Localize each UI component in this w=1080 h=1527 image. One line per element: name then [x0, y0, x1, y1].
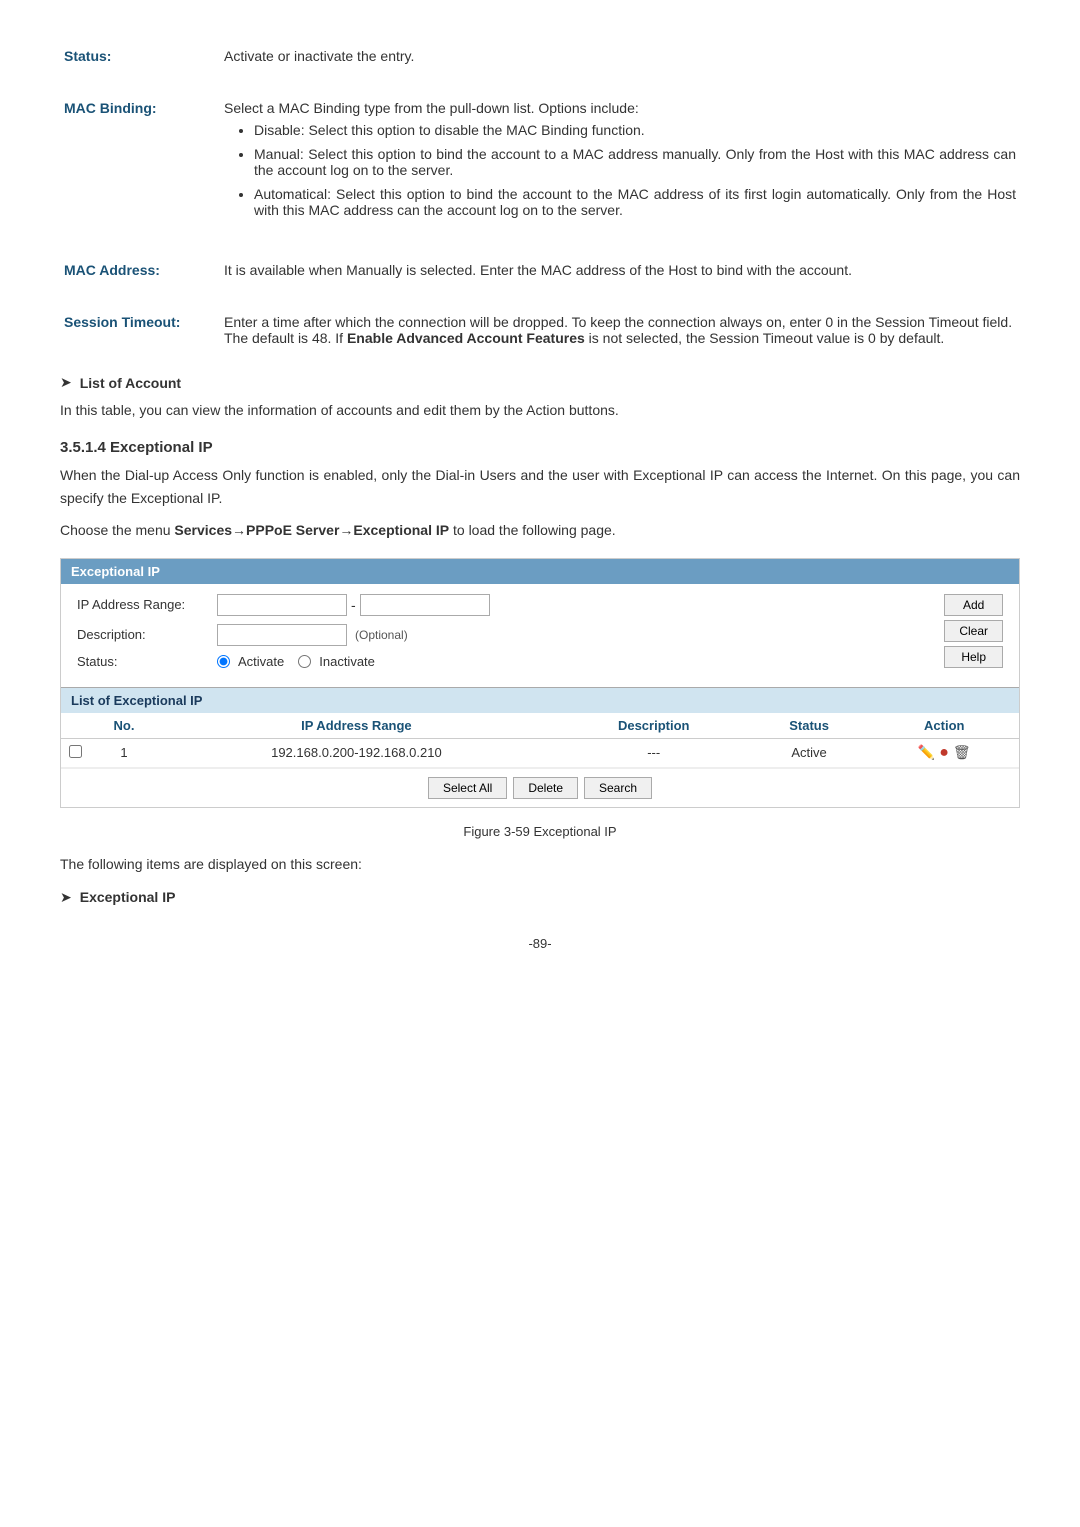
row-description: ---: [559, 738, 749, 767]
ip-range-row: IP Address Range: -: [77, 594, 924, 616]
table-row: 1 192.168.0.200-192.168.0.210 --- Active…: [61, 738, 1019, 767]
row-status: Active: [749, 738, 870, 767]
search-button[interactable]: Search: [584, 777, 652, 799]
page-number: -89-: [60, 936, 1020, 951]
status-label: Status:: [64, 48, 111, 64]
mac-binding-label: MAC Binding:: [64, 100, 157, 116]
add-button[interactable]: Add: [944, 594, 1003, 616]
session-timeout-bold: Enable Advanced Account Features: [347, 330, 585, 346]
session-timeout-section: Session Timeout: Enter a time after whic…: [60, 306, 1020, 354]
col-ip-range: IP Address Range: [154, 713, 559, 739]
select-all-button[interactable]: Select All: [428, 777, 507, 799]
exceptional-ip-arrow-icon: ➤: [60, 889, 72, 906]
choose-menu-text: Choose the menu: [60, 522, 174, 538]
row-action: ✏️ ● 🗑: [870, 738, 1019, 767]
clear-button[interactable]: Clear: [944, 620, 1003, 642]
figure-caption: Figure 3-59 Exceptional IP: [60, 824, 1020, 839]
session-timeout-desc-part3: is not selected, the Session Timeout val…: [585, 330, 945, 346]
mac-binding-option-3: Automatical: Select this option to bind …: [254, 186, 1016, 218]
exceptional-ip-menu-path: Choose the menu Services→PPPoE Server→Ex…: [60, 519, 1020, 541]
status-row: Status: Activate Inactivate: [77, 654, 924, 669]
list-of-account-label: List of Account: [80, 375, 181, 391]
mac-address-description: It is available when Manually is selecte…: [224, 262, 852, 278]
ip-range-to-input[interactable]: [360, 594, 490, 616]
inactivate-label: Inactivate: [319, 654, 375, 669]
row-no: 1: [94, 738, 154, 767]
action-icons: ✏️ ● 🗑: [878, 744, 1011, 762]
table-buttons: Select All Delete Search: [61, 768, 1019, 807]
mac-address-label: MAC Address:: [64, 262, 160, 278]
activate-radio[interactable]: [217, 655, 230, 668]
table-header-row: No. IP Address Range Description Status …: [61, 713, 1019, 739]
status-field-label: Status:: [77, 654, 217, 669]
mac-binding-option-1: Disable: Select this option to disable t…: [254, 122, 1016, 138]
exceptional-ip-desc1: When the Dial-up Access Only function is…: [60, 464, 1020, 509]
ip-range-label: IP Address Range:: [77, 597, 217, 612]
mac-binding-options: Disable: Select this option to disable t…: [224, 122, 1016, 218]
menu-path-bold: Services→PPPoE Server→Exceptional IP: [174, 522, 449, 538]
mac-binding-intro: Select a MAC Binding type from the pull-…: [224, 100, 639, 116]
help-button[interactable]: Help: [944, 646, 1003, 668]
exceptional-ip-heading: 3.5.1.4 Exceptional IP: [60, 439, 1020, 456]
edit-icon[interactable]: ✏️: [918, 744, 935, 761]
exceptional-ip-form-section: IP Address Range: - Description: (Option…: [77, 594, 1003, 677]
col-action: Action: [870, 713, 1019, 739]
exceptional-ip-arrow-label: Exceptional IP: [80, 889, 176, 905]
description-label: Description:: [77, 627, 217, 642]
exceptional-ip-panel-header: Exceptional IP: [61, 559, 1019, 584]
stop-icon[interactable]: ●: [939, 744, 949, 762]
row-ip-range: 192.168.0.200-192.168.0.210: [154, 738, 559, 767]
exceptional-ip-form-fields: IP Address Range: - Description: (Option…: [77, 594, 924, 677]
list-of-account-arrow: ➤: [60, 374, 72, 391]
row-checkbox[interactable]: [69, 745, 82, 758]
status-section: Status: Activate or inactivate the entry…: [60, 40, 1020, 72]
exceptional-ip-panel: Exceptional IP IP Address Range: - Descr…: [60, 558, 1020, 808]
mac-binding-section: MAC Binding: Select a MAC Binding type f…: [60, 92, 1020, 234]
description-input[interactable]: [217, 624, 347, 646]
exceptional-ip-arrow-heading: ➤ Exceptional IP: [60, 889, 1020, 906]
delete-button[interactable]: Delete: [513, 777, 578, 799]
delete-icon[interactable]: 🗑: [953, 744, 971, 761]
panel-buttons: Add Clear Help: [944, 594, 1003, 668]
ip-range-separator: -: [351, 597, 356, 613]
status-description: Activate or inactivate the entry.: [224, 48, 414, 64]
exceptional-ip-panel-body: IP Address Range: - Description: (Option…: [61, 584, 1019, 687]
col-no: No.: [94, 713, 154, 739]
description-row: Description: (Optional): [77, 624, 924, 646]
ip-range-from-input[interactable]: [217, 594, 347, 616]
list-of-account-desc: In this table, you can view the informat…: [60, 399, 1020, 421]
mac-binding-option-2: Manual: Select this option to bind the a…: [254, 146, 1016, 178]
following-items-text: The following items are displayed on thi…: [60, 853, 1020, 875]
row-checkbox-cell: [61, 738, 94, 767]
status-radio-group: Activate Inactivate: [217, 654, 375, 669]
list-exceptional-ip-header: List of Exceptional IP: [61, 687, 1019, 713]
col-checkbox: [61, 713, 94, 739]
col-status: Status: [749, 713, 870, 739]
inactivate-radio[interactable]: [298, 655, 311, 668]
mac-address-section: MAC Address: It is available when Manual…: [60, 254, 1020, 286]
optional-text: (Optional): [355, 628, 408, 642]
col-description: Description: [559, 713, 749, 739]
activate-label: Activate: [238, 654, 284, 669]
session-timeout-label: Session Timeout:: [64, 314, 180, 330]
exceptional-ip-table: No. IP Address Range Description Status …: [61, 713, 1019, 768]
exceptional-ip-desc2-end: to load the following page.: [449, 522, 616, 538]
list-of-account-heading: ➤ List of Account: [60, 374, 1020, 391]
